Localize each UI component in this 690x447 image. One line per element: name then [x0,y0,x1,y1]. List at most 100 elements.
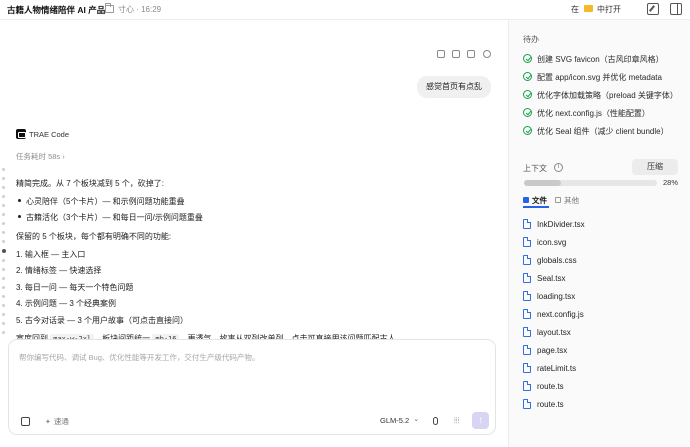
file-icon [523,309,531,319]
folder-icon [105,3,114,13]
app-title: 古籍人物情绪陪伴 AI 产品 [7,5,106,15]
task-elapsed: 任务耗时 58s [16,152,61,161]
check-circle-icon [523,90,532,99]
timeline-dot[interactable] [2,259,5,262]
copy-icon[interactable] [467,50,476,58]
voice-wave-icon[interactable]: ⦙⦙⦙ [454,416,459,426]
kept-item: 5. 古今对话录 — 3 个用户故事（可点击直接问） [16,316,189,325]
context-icon[interactable] [21,417,30,426]
file-icon [523,255,531,265]
user-message: 感觉首页有点乱 [417,76,491,98]
timeline-dot[interactable] [2,277,5,280]
bullet-dot [18,215,21,218]
check-circle-icon [523,126,532,135]
tab-files-label: 文件 [532,196,547,205]
timeline-dot[interactable] [2,213,5,216]
model-selector[interactable]: GLM-5.2 [380,416,419,425]
file-tab-icon [523,197,529,203]
file-icon [523,273,531,283]
file-name: icon.svg [537,238,567,247]
other-tab-icon [555,197,561,203]
check-circle-icon [523,108,532,117]
timeline-dot[interactable] [2,222,5,225]
timeline-dot-active[interactable] [1,249,6,253]
file-name: layout.tsx [537,328,571,337]
timeline-dot[interactable] [2,177,5,180]
tab-files[interactable]: 文件 [523,195,547,206]
context-title: 上下文 [523,164,547,173]
boost-mode-button[interactable]: 速通 [45,416,69,427]
tab-other-label: 其他 [564,196,579,205]
bullet-dot [18,199,21,202]
timeline-dot[interactable] [2,240,5,243]
timeline-dot[interactable] [2,195,5,198]
file-icon [523,237,531,247]
todo-text: 创建 SVG favicon（古风印章风格） [537,55,664,64]
chat-input-placeholder[interactable]: 帮你编写代码、调试 Bug、优化性能等开发工作，交付生产级代码产物。 [19,352,259,363]
context-usage-fill [524,180,562,186]
bot-name: TRAE Code [29,130,70,139]
check-circle-icon [523,72,532,81]
timeline-dot[interactable] [2,286,5,289]
chevron-right-icon: › [62,152,65,161]
timeline-dot[interactable] [2,168,5,171]
removed-item: 心灵陪伴（5个卡片）— 和示例问题功能重叠 [26,197,185,206]
message-actions [437,50,496,60]
kept-item: 1. 输入框 — 主入口 [16,250,86,259]
chat-input-box[interactable]: 帮你编写代码、调试 Bug、优化性能等开发工作，交付生产级代码产物。 速通 GL… [8,339,496,435]
todo-text: 优化 next.config.js（性能配置） [537,109,650,118]
context-usage-percent: 28% [663,178,679,187]
finder-folder-icon[interactable] [584,5,593,12]
task-elapsed-toggle[interactable]: 任务耗时 58s › [16,151,65,162]
timeline-dot[interactable] [2,186,5,189]
thumbs-down-icon[interactable] [452,50,461,58]
toggle-panel-icon[interactable] [670,3,682,15]
removed-item: 古籍活化（3个卡片）— 和每日一问/示例问题重叠 [26,213,203,222]
timeline-dot[interactable] [2,304,5,307]
timeline-dot[interactable] [2,295,5,298]
open-in-button[interactable]: 中打开 [597,4,621,15]
file-icon [523,399,531,409]
timeline-dot[interactable] [2,231,5,234]
file-name: Seal.tsx [537,274,566,283]
kept-item: 2. 情绪标签 — 快速选择 [16,266,102,275]
project-meta: 寸心 · 16:29 [118,5,162,14]
file-name: route.ts [537,382,564,391]
info-icon[interactable]: i [554,163,563,172]
check-circle-icon [523,54,532,63]
file-icon [523,291,531,301]
kept-item: 4. 示例问题 — 3 个经典案例 [16,299,117,308]
send-button[interactable]: ↑ [472,412,489,429]
timeline-dot[interactable] [2,331,5,334]
file-name: rateLimit.ts [537,364,577,373]
file-icon [523,219,531,229]
retry-icon[interactable] [482,50,491,58]
todo-text: 优化字体加载策略（preload 关键字体） [537,91,678,100]
timeline-dot[interactable] [2,313,5,316]
file-icon [523,363,531,373]
kept-intro: 保留的 5 个板块，每个都有明确不同的功能: [16,232,172,241]
file-icon [523,381,531,391]
thumbs-up-icon[interactable] [437,50,445,58]
context-usage-bar [524,180,657,186]
timeline-dots [1,168,6,340]
timeline-dot[interactable] [2,322,5,325]
todo-text: 优化 Seal 组件（减少 client bundle） [537,127,669,136]
file-icon [523,327,531,337]
kept-item: 3. 每日一问 — 每天一个特色问题 [16,283,134,292]
file-name: loading.tsx [537,292,576,301]
summary-line: 精简完成。从 7 个板块减到 5 个，砍掉了: [16,179,165,188]
file-name: InkDivider.tsx [537,220,585,229]
timeline-dot[interactable] [2,204,5,207]
timeline-dot[interactable] [2,268,5,271]
todo-text: 配置 app/icon.svg 并优化 metadata [537,73,662,82]
microphone-icon[interactable] [433,417,438,425]
file-name: next.config.js [537,310,584,319]
side-panel: 待办 创建 SVG favicon（古风印章风格） 配置 app/icon.sv… [508,20,690,447]
new-edit-icon[interactable] [647,3,659,15]
tab-other[interactable]: 其他 [555,195,579,206]
file-name: page.tsx [537,346,568,355]
active-tab-indicator [523,206,549,208]
compress-button[interactable]: 压缩 [632,159,678,175]
trae-logo-icon [16,129,26,139]
